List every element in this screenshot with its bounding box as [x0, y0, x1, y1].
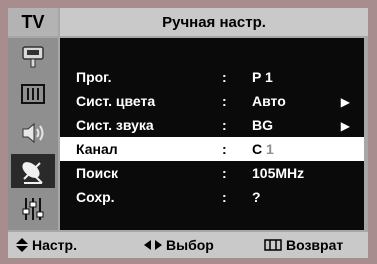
- menu-row-store[interactable]: Сохр. : ?: [60, 185, 364, 209]
- row-value: 105MHz: [252, 165, 305, 181]
- help-adjust: Настр.: [16, 237, 77, 253]
- row-label: Прог.: [76, 69, 112, 85]
- channel-icon[interactable]: [11, 154, 55, 188]
- row-label: Сохр.: [76, 189, 115, 205]
- menu-icon: [264, 239, 282, 251]
- tv-mode-label: TV: [8, 8, 58, 36]
- help-select: Выбор: [144, 237, 214, 253]
- help-bar: Настр. Выбор Возврат: [8, 232, 368, 258]
- help-back: Возврат: [264, 237, 343, 253]
- left-right-icon: [144, 240, 162, 250]
- submenu-arrow-icon: ▶: [340, 95, 350, 109]
- menu-row-channel[interactable]: Канал : C 1: [60, 137, 364, 161]
- row-label: Сист. звука: [76, 117, 154, 133]
- row-colon: :: [222, 117, 227, 133]
- row-colon: :: [222, 93, 227, 109]
- help-adjust-label: Настр.: [32, 237, 77, 253]
- channel-number: 1: [266, 141, 274, 157]
- row-value: ?: [252, 189, 261, 205]
- row-colon: :: [222, 69, 227, 85]
- sound-icon[interactable]: [13, 118, 53, 148]
- row-value: Авто: [252, 93, 286, 109]
- menu-title: Ручная настр.: [60, 8, 368, 36]
- menu-row-program[interactable]: Прог. : P 1: [60, 65, 364, 89]
- picture-icon[interactable]: [13, 80, 53, 110]
- up-down-icon: [16, 238, 28, 252]
- help-back-label: Возврат: [286, 237, 344, 253]
- row-value: C 1: [252, 141, 274, 157]
- menu-panel: Прог. : P 1 Сист. цвета : Авто ▶ Сист. з…: [60, 38, 364, 230]
- row-colon: :: [222, 141, 227, 157]
- row-value: BG: [252, 117, 273, 133]
- row-colon: :: [222, 165, 227, 181]
- setup-icon[interactable]: [13, 194, 53, 224]
- tv-osd-window: TV Ручная настр. Прог.: P 1 Сист. цвета…: [8, 8, 368, 258]
- menu-category-column: [8, 38, 58, 230]
- row-label: Канал: [76, 141, 118, 157]
- row-colon: :: [222, 189, 227, 205]
- help-select-label: Выбор: [166, 237, 214, 253]
- menu-row-color-system[interactable]: Сист. цвета : Авто ▶: [60, 89, 364, 113]
- row-label: Поиск: [76, 165, 119, 181]
- input-icon[interactable]: [13, 42, 53, 72]
- row-label: Сист. цвета: [76, 93, 156, 109]
- menu-row-sound-system[interactable]: Сист. звука : BG ▶: [60, 113, 364, 137]
- row-value: P 1: [252, 69, 273, 85]
- menu-row-search[interactable]: Поиск : 105MHz: [60, 161, 364, 185]
- submenu-arrow-icon: ▶: [340, 119, 350, 133]
